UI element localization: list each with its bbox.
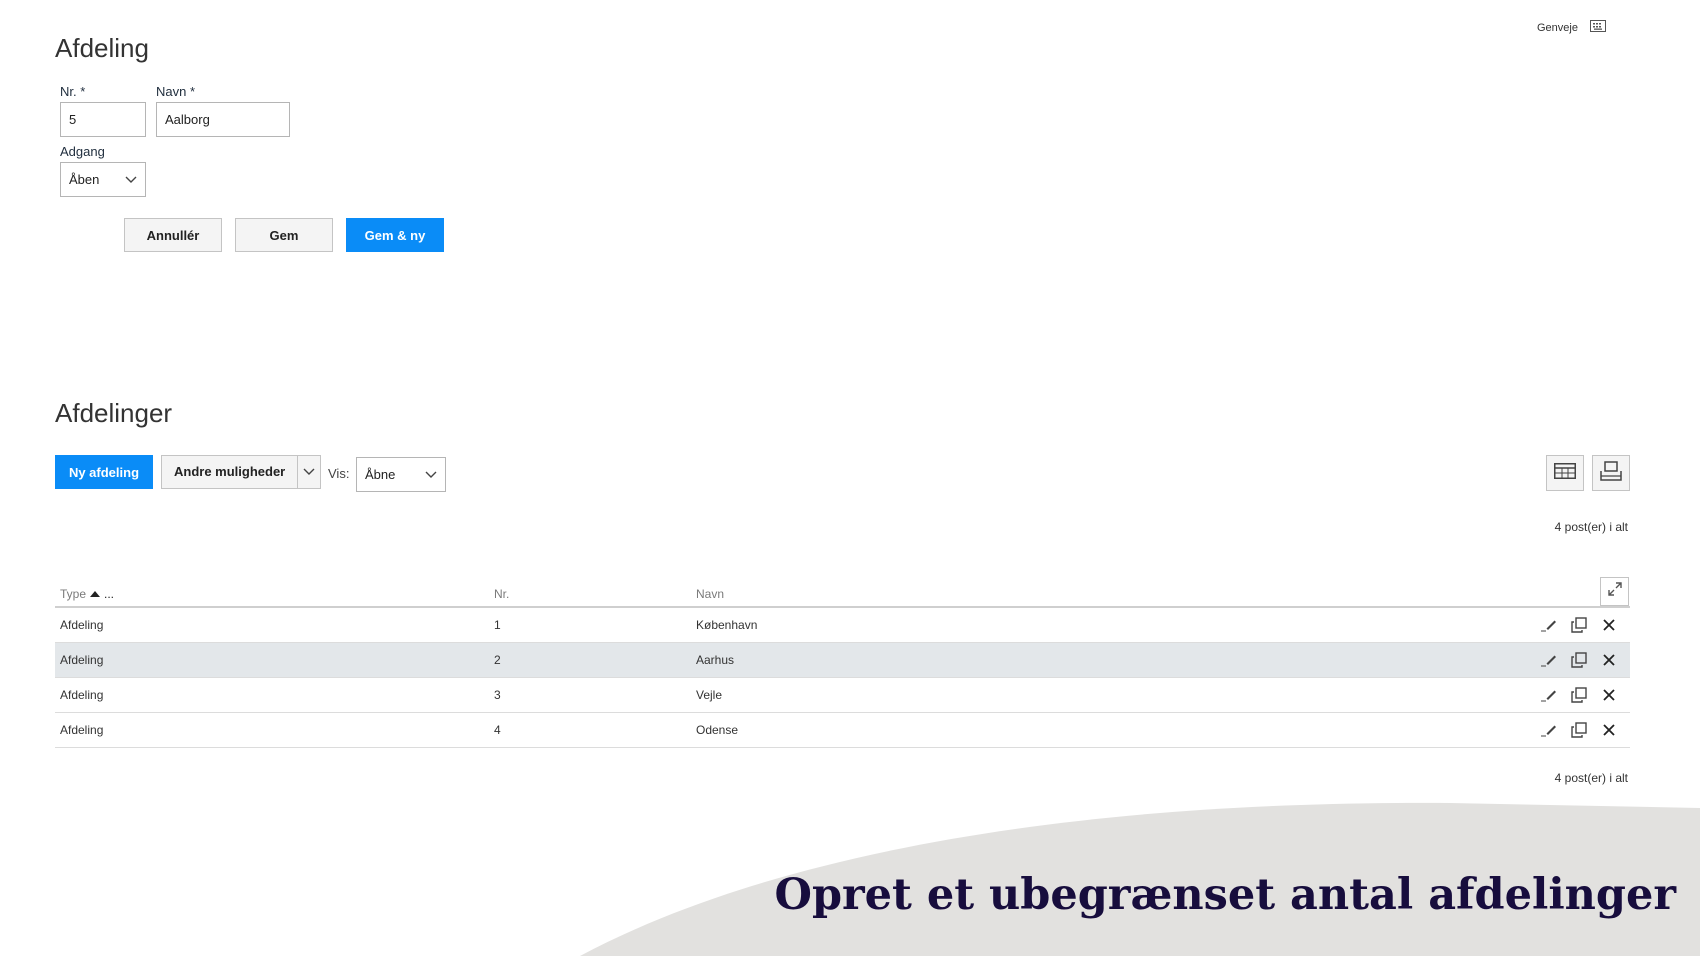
delete-icon[interactable] xyxy=(1600,686,1618,704)
print-icon xyxy=(1600,460,1622,486)
chevron-down-icon[interactable] xyxy=(298,468,320,476)
row-actions xyxy=(1540,608,1618,642)
table-row[interactable]: Afdeling 3 Vejle xyxy=(55,678,1630,713)
cell-nr: 1 xyxy=(494,618,501,632)
cell-nr: 4 xyxy=(494,723,501,737)
copy-icon[interactable] xyxy=(1570,651,1588,669)
cell-nr: 2 xyxy=(494,653,501,667)
table-row[interactable]: Afdeling 2 Aarhus xyxy=(55,643,1630,678)
column-header-nr[interactable]: Nr. xyxy=(494,587,509,601)
navn-label: Navn * xyxy=(156,84,196,99)
table-view-button[interactable] xyxy=(1546,455,1584,491)
shortcuts-label: Genveje xyxy=(1537,21,1578,34)
cell-type: Afdeling xyxy=(60,688,104,702)
vis-label: Vis: xyxy=(328,466,350,481)
more-options-button[interactable]: Andre muligheder xyxy=(161,455,321,489)
banner-tagline: Opret et ubegrænset antal afdelinger xyxy=(774,870,1676,920)
adgang-select[interactable]: Åben xyxy=(60,162,146,197)
cell-type: Afdeling xyxy=(60,618,104,632)
cell-type: Afdeling xyxy=(60,723,104,737)
type-header-label: Type xyxy=(60,587,87,601)
table-row[interactable]: Afdeling 4 Odense xyxy=(55,713,1630,748)
keyboard-icon xyxy=(1589,20,1606,35)
vis-value: Åbne xyxy=(365,467,396,482)
row-actions xyxy=(1540,713,1618,747)
cell-type: Afdeling xyxy=(60,653,104,667)
table-row[interactable]: Afdeling 1 København xyxy=(55,608,1630,643)
vis-select[interactable]: Åbne xyxy=(356,457,446,492)
chevron-down-icon xyxy=(425,468,437,482)
expand-icon xyxy=(1607,582,1622,601)
navn-field[interactable] xyxy=(156,102,290,137)
type-header-more: ... xyxy=(104,587,115,601)
copy-icon[interactable] xyxy=(1570,686,1588,704)
copy-icon[interactable] xyxy=(1570,616,1588,634)
edit-icon[interactable] xyxy=(1540,616,1558,634)
edit-icon[interactable] xyxy=(1540,686,1558,704)
list-title: Afdelinger xyxy=(55,398,173,428)
delete-icon[interactable] xyxy=(1600,651,1618,669)
record-count-top: 4 post(er) i alt xyxy=(1554,520,1628,534)
more-options-label: Andre muligheder xyxy=(162,456,299,488)
column-header-navn[interactable]: Navn xyxy=(696,587,724,601)
save-button[interactable]: Gem xyxy=(235,218,333,252)
cell-navn: Odense xyxy=(696,723,739,737)
nr-label: Nr. * xyxy=(60,84,86,99)
adgang-value: Åben xyxy=(69,172,100,187)
shortcuts-link[interactable]: Genveje xyxy=(1537,20,1606,35)
save-new-button[interactable]: Gem & ny xyxy=(346,218,444,252)
copy-icon[interactable] xyxy=(1570,721,1588,739)
sort-up-icon xyxy=(90,587,101,601)
chevron-down-icon xyxy=(125,173,137,187)
table-icon xyxy=(1554,462,1576,484)
cell-navn: Vejle xyxy=(696,688,723,702)
new-department-button[interactable]: Ny afdeling xyxy=(55,455,153,489)
expand-button[interactable] xyxy=(1600,577,1629,606)
delete-icon[interactable] xyxy=(1600,721,1618,739)
nr-field[interactable] xyxy=(60,102,146,137)
cancel-button[interactable]: Annullér xyxy=(124,218,222,252)
form-title: Afdeling xyxy=(55,33,149,63)
delete-icon[interactable] xyxy=(1600,616,1618,634)
row-actions xyxy=(1540,678,1618,712)
record-count-bottom: 4 post(er) i alt xyxy=(1554,771,1628,785)
column-header-type[interactable]: Type ... xyxy=(60,587,114,601)
cell-navn: Aarhus xyxy=(696,653,735,667)
edit-icon[interactable] xyxy=(1540,651,1558,669)
row-actions xyxy=(1540,643,1618,677)
edit-icon[interactable] xyxy=(1540,721,1558,739)
cell-navn: København xyxy=(696,618,758,632)
adgang-label: Adgang xyxy=(60,144,105,159)
print-button[interactable] xyxy=(1592,455,1630,491)
cell-nr: 3 xyxy=(494,688,501,702)
